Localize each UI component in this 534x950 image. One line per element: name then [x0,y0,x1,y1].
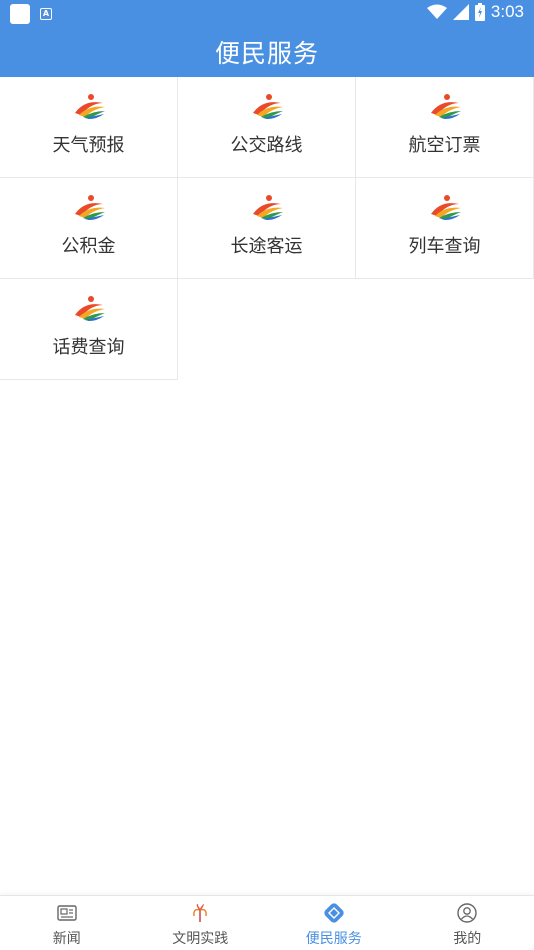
service-logo-icon [75,94,105,119]
profile-icon [457,903,477,923]
service-logo-icon [253,94,283,119]
battery-icon [474,3,485,21]
service-logo-icon [253,195,283,220]
nav-item-civilization[interactable]: 文明实践 [134,896,268,950]
service-item-train[interactable]: 列车查询 [356,178,534,279]
service-logo-icon [431,94,461,119]
nav-label: 便民服务 [305,931,362,947]
page-title: 便民服务 [214,39,319,68]
service-logo-icon [75,296,105,321]
service-label: 长途客运 [230,236,303,257]
service-item-coach[interactable]: 长途客运 [178,178,356,279]
service-logo-icon [75,195,105,220]
service-item-phone-bill[interactable]: 话费查询 [0,279,178,380]
status-bar: A 3:03 [0,0,534,28]
nav-item-service[interactable]: 便民服务 [267,896,401,950]
nav-item-news[interactable]: 新闻 [0,896,134,950]
status-time: 3:03 [490,2,524,21]
service-item-weather[interactable]: 天气预报 [0,77,178,178]
wifi-icon [426,4,447,19]
service-item-flight[interactable]: 航空订票 [356,77,534,178]
service-label: 航空订票 [408,135,481,156]
service-label: 天气预报 [52,135,125,156]
app-header: A 3:03 便民服务 [0,0,534,77]
news-icon [57,905,77,921]
service-item-bus[interactable]: 公交路线 [178,77,356,178]
civilization-icon [193,904,208,922]
service-label: 公交路线 [230,135,303,156]
service-label: 列车查询 [408,236,481,257]
service-label: 公积金 [61,236,116,257]
nav-item-profile[interactable]: 我的 [401,896,534,950]
nav-label: 新闻 [52,931,81,947]
a-badge-icon: A [40,8,52,20]
signal-icon [452,4,469,20]
service-label: 话费查询 [52,337,125,358]
bottom-nav: 新闻 文明实践 便民服务 我的 [0,895,534,950]
service-icon [324,903,344,923]
service-logo-icon [431,195,461,220]
service-item-housing-fund[interactable]: 公积金 [0,178,178,279]
nav-label: 文明实践 [172,931,229,947]
nav-label: 我的 [453,931,482,947]
notification-square-icon [10,4,30,24]
